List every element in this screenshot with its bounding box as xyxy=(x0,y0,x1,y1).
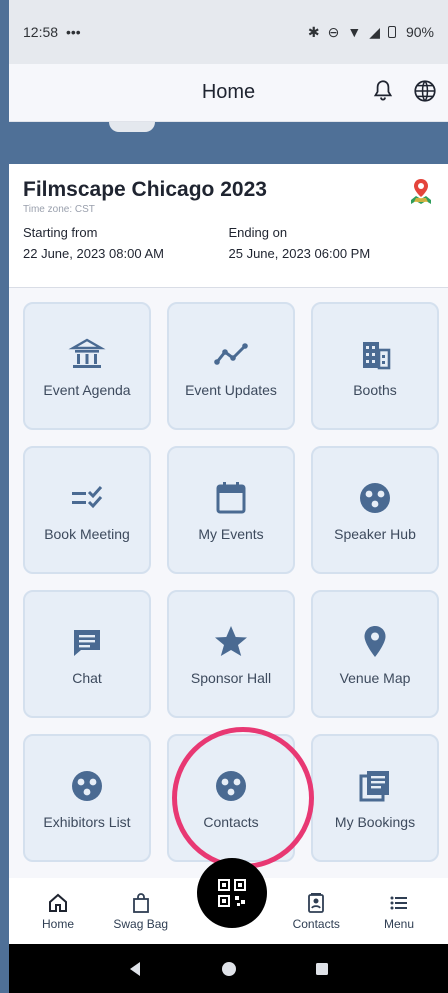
qr-code-icon xyxy=(218,879,246,907)
bluetooth-icon: ✱ xyxy=(307,23,320,40)
nav-label: Home xyxy=(41,917,74,931)
status-time: 12:58 xyxy=(23,24,59,40)
app-screen: 12:58 ••• ✱ ⊖ ▼ ◢ 90% Home Filmscape Chi… xyxy=(9,0,448,993)
tile-label: My Bookings xyxy=(334,814,416,830)
status-dots: ••• xyxy=(65,24,81,40)
star-icon xyxy=(215,626,247,656)
tile-label: Event Updates xyxy=(185,382,277,398)
nav-home[interactable]: Home xyxy=(19,878,97,944)
status-bar: 12:58 ••• ✱ ⊖ ▼ ◢ 90% xyxy=(9,0,448,64)
event-dates: Starting from 22 June, 2023 08:00 AM End… xyxy=(23,225,434,261)
tile-chat[interactable]: Chat xyxy=(23,590,151,718)
menu-icon xyxy=(390,896,407,910)
group-icon xyxy=(360,483,390,513)
event-start: Starting from 22 June, 2023 08:00 AM xyxy=(23,225,229,261)
tile-label: Venue Map xyxy=(339,670,411,686)
calendar-icon xyxy=(216,482,246,514)
tile-my-events[interactable]: My Events xyxy=(167,446,295,574)
tile-booths[interactable]: Booths xyxy=(311,302,439,430)
event-info-card: Filmscape Chicago 2023 Time zone: CST St… xyxy=(9,164,448,288)
tile-book-meeting[interactable]: Book Meeting xyxy=(23,446,151,574)
end-value: 25 June, 2023 06:00 PM xyxy=(228,246,371,261)
app-bar: Home xyxy=(9,64,448,122)
nav-menu[interactable]: Menu xyxy=(360,878,438,944)
battery-icon xyxy=(387,24,398,40)
group-icon xyxy=(72,771,102,801)
tile-my-bookings[interactable]: My Bookings xyxy=(311,734,439,862)
back-icon[interactable] xyxy=(126,959,146,979)
tile-label: Exhibitors List xyxy=(43,814,131,830)
chat-icon xyxy=(74,630,100,656)
tile-label: Book Meeting xyxy=(44,526,130,542)
group-icon xyxy=(216,771,246,801)
tile-contacts[interactable]: Contacts xyxy=(167,734,295,862)
tile-event-updates[interactable]: Event Updates xyxy=(167,302,295,430)
contacts-icon xyxy=(308,893,325,913)
qr-scan-button[interactable] xyxy=(197,858,267,928)
bell-icon[interactable] xyxy=(370,78,396,104)
building-icon xyxy=(363,342,391,370)
globe-icon[interactable] xyxy=(412,78,438,104)
start-value: 22 June, 2023 08:00 AM xyxy=(23,246,164,261)
tile-event-agenda[interactable]: Event Agenda xyxy=(23,302,151,430)
home-circle-icon[interactable] xyxy=(219,959,239,979)
feature-grid: Event Agenda Event Updates Booths Book M… xyxy=(23,302,443,882)
banner-decoration xyxy=(109,122,155,132)
appbar-actions xyxy=(370,78,438,104)
tile-sponsor-hall[interactable]: Sponsor Hall xyxy=(167,590,295,718)
tile-exhibitors-list[interactable]: Exhibitors List xyxy=(23,734,151,862)
tile-label: Chat xyxy=(72,670,102,686)
bank-icon xyxy=(68,338,106,368)
event-timezone: Time zone: CST xyxy=(23,204,95,215)
page-title: Home xyxy=(201,81,256,103)
system-navigation-bar xyxy=(9,944,448,993)
home-icon xyxy=(49,893,67,912)
recents-icon[interactable] xyxy=(312,959,332,979)
location-pin-icon xyxy=(364,626,386,657)
documents-icon xyxy=(359,771,389,802)
status-right: ✱ ⊖ ▼ ◢ 90% xyxy=(308,24,434,41)
nav-label: Swag Bag xyxy=(113,917,169,931)
nav-contacts[interactable]: Contacts xyxy=(277,878,355,944)
wifi-icon: ▼ xyxy=(347,24,362,40)
status-left: 12:58 ••• xyxy=(23,24,81,40)
bag-icon xyxy=(132,893,149,913)
nav-swag-bag[interactable]: Swag Bag xyxy=(102,878,180,944)
event-name: Filmscape Chicago 2023 xyxy=(23,178,267,201)
tile-speaker-hub[interactable]: Speaker Hub xyxy=(311,446,439,574)
tile-label: My Events xyxy=(198,526,264,542)
end-label: Ending on xyxy=(228,225,288,240)
nav-label: Contacts xyxy=(292,917,340,931)
map-location-icon[interactable] xyxy=(408,178,434,206)
checklist-icon xyxy=(72,486,103,509)
event-end: Ending on 25 June, 2023 06:00 PM xyxy=(229,225,435,261)
tile-label: Booths xyxy=(353,382,397,398)
tile-venue-map[interactable]: Venue Map xyxy=(311,590,439,718)
start-label: Starting from xyxy=(23,225,98,240)
tile-label: Speaker Hub xyxy=(334,526,416,542)
event-banner xyxy=(9,122,448,164)
tile-label: Sponsor Hall xyxy=(190,670,272,686)
signal-icon: ◢ xyxy=(369,23,380,40)
battery-percent: 90% xyxy=(405,24,434,40)
tile-label: Event Agenda xyxy=(43,382,131,398)
tile-label: Contacts xyxy=(203,814,259,830)
nav-label: Menu xyxy=(383,917,415,931)
dnd-icon: ⊖ xyxy=(327,23,340,40)
trend-icon xyxy=(214,343,248,365)
